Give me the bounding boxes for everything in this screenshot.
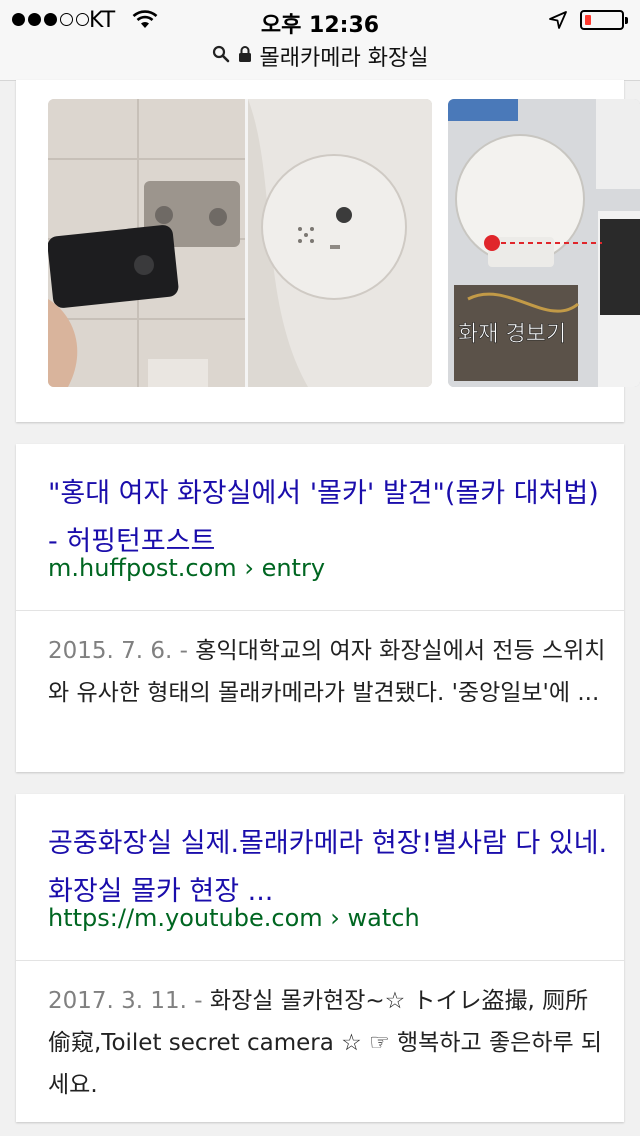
result-snippet: 2017. 3. 11. - 화장실 몰카현장~☆ トイレ盗撮, 厕所偷窥,To… <box>48 980 608 1106</box>
result-date: 2017. 3. 11. - <box>48 988 203 1014</box>
result-path: watch <box>347 904 420 932</box>
status-bar: KT 오후 12:36 <box>0 0 640 40</box>
result-path: entry <box>261 554 326 582</box>
image-result-thumbnail[interactable]: 화재 경보기 <box>448 99 640 387</box>
result-domain: https://m.youtube.com <box>48 904 323 932</box>
breadcrumb-separator: › <box>244 554 254 582</box>
result-url[interactable]: https://m.youtube.com › watch <box>48 904 420 932</box>
divider <box>16 610 624 611</box>
image-caption: 화재 경보기 <box>458 322 566 347</box>
lock-icon <box>238 45 252 67</box>
browser-top-bar: KT 오후 12:36 몰래카메라 화장실 <box>0 0 640 81</box>
result-date: 2015. 7. 6. - <box>48 638 188 664</box>
battery-icon <box>580 10 628 30</box>
result-title-link[interactable]: 공중화장실 실제.몰래카메라 현장!별사람 다 있네.화장실 몰카 현장 ... <box>48 820 608 916</box>
result-snippet: 2015. 7. 6. - 홍익대학교의 여자 화장실에서 전등 스위치와 유사… <box>48 630 608 714</box>
search-icon <box>212 45 230 67</box>
result-url[interactable]: m.huffpost.com › entry <box>48 554 325 582</box>
breadcrumb-separator: › <box>330 904 340 932</box>
url-text: 몰래카메라 화장실 <box>259 46 429 71</box>
divider <box>16 960 624 961</box>
result-domain: m.huffpost.com <box>48 554 237 582</box>
location-arrow-icon <box>548 10 568 34</box>
address-bar[interactable]: 몰래카메라 화장실 <box>0 40 640 72</box>
search-result-card: "홍대 여자 화장실에서 '몰카' 발견"(몰카 대처법) - 허핑턴포스트 m… <box>16 444 624 772</box>
image-result-thumbnail[interactable] <box>48 99 432 387</box>
clock: 오후 12:36 <box>260 13 380 38</box>
result-title-link[interactable]: "홍대 여자 화장실에서 '몰카' 발견"(몰카 대처법) - 허핑턴포스트 <box>48 470 608 566</box>
search-result-card: 공중화장실 실제.몰래카메라 현장!별사람 다 있네.화장실 몰카 현장 ...… <box>16 794 624 1122</box>
